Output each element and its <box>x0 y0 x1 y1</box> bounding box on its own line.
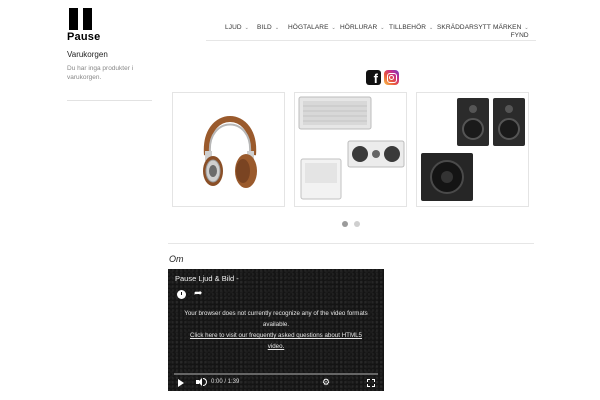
nav-item-bild[interactable]: BILD ⌄ <box>257 24 279 31</box>
video-progress-bar[interactable] <box>174 373 378 375</box>
instagram-icon[interactable] <box>384 70 399 85</box>
carousel-dot-2[interactable] <box>354 221 360 227</box>
about-heading: Om <box>169 254 184 264</box>
gear-icon[interactable]: ⚙ <box>322 377 330 388</box>
carousel-pagination <box>342 221 360 227</box>
video-player[interactable]: Pause Ljud & Bild - ➦ Your browser does … <box>168 269 384 391</box>
pause-logo[interactable]: Pause <box>67 8 101 43</box>
nav-item-marken-fynd[interactable]: MÄRKEN ⌄ FYND <box>493 24 529 40</box>
chevron-down-icon: ⌄ <box>380 25 385 31</box>
fullscreen-icon[interactable] <box>367 379 375 387</box>
video-time: 0:00 / 1:39 <box>211 379 240 385</box>
main-nav: LJUD ⌄ BILD ⌄ HÖGTALARE ⌄ HÖRLURAR ⌄ TILLBEH… <box>206 21 536 41</box>
chevron-down-icon: ⌄ <box>331 25 336 31</box>
nav-item-ljud[interactable]: LJUD ⌄ <box>225 24 249 31</box>
video-unsupported-message: Your browser does not currently recogniz… <box>184 310 368 328</box>
video-controls: 0:00 / 1:39 ⚙ <box>168 376 384 390</box>
chevron-down-icon: ⌄ <box>274 25 280 31</box>
chevron-down-icon: ⌄ <box>244 25 249 31</box>
social-links: f <box>366 70 399 85</box>
nav-item-skraddarsytt[interactable]: SKRÄDDARSYTT <box>437 24 491 31</box>
video-title[interactable]: Pause Ljud & Bild - <box>175 274 239 283</box>
sidebar-divider <box>67 100 152 101</box>
cart-empty-text: Du har inga produkter i varukorgen. <box>67 65 134 81</box>
product-carousel <box>172 92 529 207</box>
nav-item-tillbehor[interactable]: TILLBEHÖR ⌄ <box>389 24 433 31</box>
facebook-icon[interactable]: f <box>366 70 381 85</box>
cart-title: Varukorgen <box>67 50 108 59</box>
nav-item-hogtalare[interactable]: HÖGTALARE ⌄ <box>288 24 336 31</box>
watch-later-icon[interactable] <box>177 290 186 299</box>
chevron-down-icon: ⌄ <box>524 25 529 31</box>
chevron-down-icon: ⌄ <box>429 25 434 31</box>
content-divider <box>168 243 534 244</box>
carousel-slide-headphones[interactable] <box>172 92 285 207</box>
share-icon[interactable]: ➦ <box>194 288 202 299</box>
brand-name: Pause <box>67 31 101 43</box>
play-icon[interactable] <box>178 379 184 387</box>
carousel-dot-1[interactable] <box>342 221 348 227</box>
nav-item-horlurar[interactable]: HÖRLURAR ⌄ <box>340 24 385 31</box>
carousel-slide-white-speakers[interactable] <box>294 92 407 207</box>
pause-logo-mark <box>69 8 97 30</box>
html5-faq-link[interactable]: Click here to visit our frequently asked… <box>182 330 370 352</box>
carousel-slide-black-speakers[interactable] <box>416 92 529 207</box>
